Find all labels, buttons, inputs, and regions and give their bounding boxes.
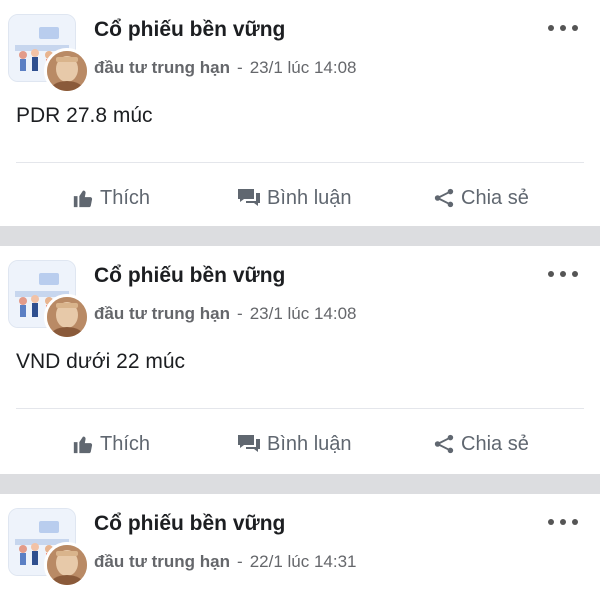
- post-header: Cổ phiếu bền vững đầu tư trung hạn -23/1 …: [0, 0, 600, 94]
- comment-icon: [238, 189, 260, 206]
- share-button[interactable]: Chia sẻ: [433, 170, 529, 226]
- user-avatar[interactable]: [44, 294, 90, 340]
- more-options-icon[interactable]: [548, 266, 578, 282]
- post-meta: đầu tư trung hạn -22/1 lúc 14:31: [94, 552, 357, 572]
- share-label: Chia sẻ: [461, 186, 529, 209]
- post-text: PDR 27.8 múc: [16, 104, 153, 127]
- post-card: Cổ phiếu bền vững đầu tư trung hạn -23/1 …: [0, 0, 600, 226]
- share-label: Chia sẻ: [461, 432, 529, 455]
- share-icon: [434, 434, 454, 454]
- author-name[interactable]: đầu tư trung hạn: [94, 552, 230, 571]
- like-label: Thích: [100, 186, 151, 209]
- comment-button[interactable]: Bình luận: [237, 170, 352, 226]
- timestamp[interactable]: 23/1 lúc 14:08: [250, 304, 357, 323]
- timestamp[interactable]: 23/1 lúc 14:08: [250, 58, 357, 77]
- thumbs-up-icon: [73, 190, 93, 208]
- like-button[interactable]: Thích: [72, 416, 150, 472]
- share-icon: [434, 188, 454, 208]
- group-name[interactable]: Cổ phiếu bền vững: [94, 512, 285, 536]
- comment-icon: [238, 435, 260, 452]
- timestamp[interactable]: 22/1 lúc 14:31: [250, 552, 357, 571]
- avatar-group[interactable]: [8, 508, 90, 588]
- thumbs-up-icon: [73, 436, 93, 454]
- more-options-icon[interactable]: [548, 20, 578, 36]
- action-bar: Thích Bình luận Chia sẻ: [0, 416, 600, 472]
- more-options-icon[interactable]: [548, 514, 578, 530]
- avatar-group[interactable]: [8, 14, 90, 94]
- action-bar: Thích Bình luận Chia sẻ: [0, 170, 600, 226]
- group-name[interactable]: Cổ phiếu bền vững: [94, 18, 285, 42]
- post-text: VND dưới 22 múc: [16, 350, 186, 373]
- comment-label: Bình luận: [267, 432, 352, 455]
- post-header: Cổ phiếu bền vững đầu tư trung hạn -23/1 …: [0, 246, 600, 340]
- comment-label: Bình luận: [267, 186, 352, 209]
- group-name[interactable]: Cổ phiếu bền vững: [94, 264, 285, 288]
- meta-separator: -: [237, 304, 243, 323]
- divider: [16, 408, 584, 409]
- avatar-group[interactable]: [8, 260, 90, 340]
- meta-separator: -: [237, 552, 243, 571]
- post-meta: đầu tư trung hạn -23/1 lúc 14:08: [94, 304, 357, 324]
- share-button[interactable]: Chia sẻ: [433, 416, 529, 472]
- post-card: Cổ phiếu bền vững đầu tư trung hạn -22/1 …: [0, 494, 600, 600]
- author-name[interactable]: đầu tư trung hạn: [94, 58, 230, 77]
- post-header: Cổ phiếu bền vững đầu tư trung hạn -22/1 …: [0, 494, 600, 588]
- user-avatar[interactable]: [44, 48, 90, 94]
- like-label: Thích: [100, 432, 151, 455]
- meta-separator: -: [237, 58, 243, 77]
- divider: [16, 162, 584, 163]
- post-meta: đầu tư trung hạn -23/1 lúc 14:08: [94, 58, 357, 78]
- author-name[interactable]: đầu tư trung hạn: [94, 304, 230, 323]
- post-card: Cổ phiếu bền vững đầu tư trung hạn -23/1 …: [0, 246, 600, 474]
- like-button[interactable]: Thích: [72, 170, 150, 226]
- comment-button[interactable]: Bình luận: [237, 416, 352, 472]
- user-avatar[interactable]: [44, 542, 90, 588]
